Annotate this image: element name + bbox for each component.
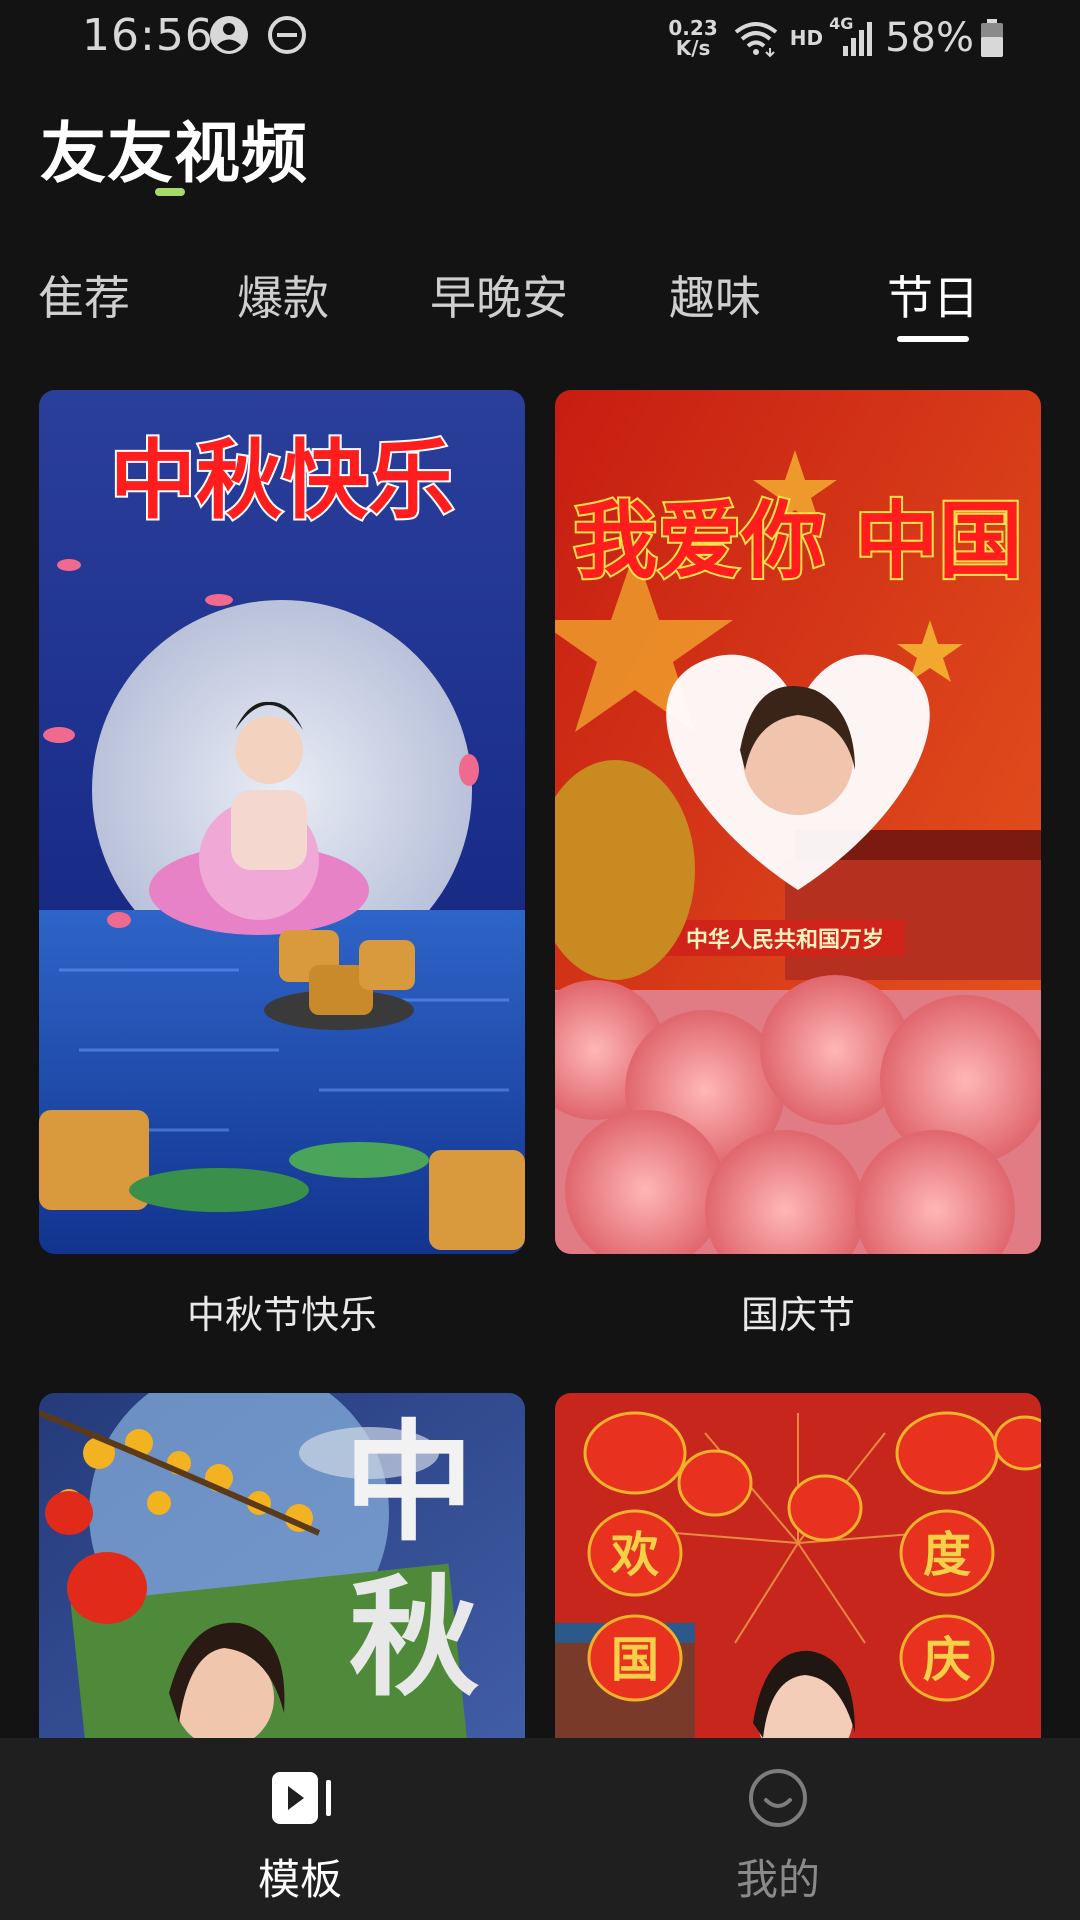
card-title: 中秋节快乐: [186, 1293, 377, 1337]
tab-hot[interactable]: 爆款: [237, 262, 329, 328]
template-card-mid-autumn-2[interactable]: 中 秋: [39, 1393, 525, 1738]
card-thumbnail: 中华人民共和国万岁 我爱你 中国: [555, 390, 1041, 1254]
do-not-disturb-icon: [268, 16, 306, 54]
card-thumbnail: 中秋快乐: [39, 390, 525, 1254]
tab-greetings[interactable]: 早晚安: [430, 262, 568, 328]
net-speed-unit: K/s: [675, 36, 711, 60]
nav-label-mine: 我的: [735, 1855, 820, 1904]
poster-char-2: 秋: [349, 1562, 479, 1714]
lantern-char-2: 国: [611, 1632, 659, 1688]
net-speed: 0.23 K/s: [668, 18, 717, 58]
poster-title-text: 中秋快乐: [110, 431, 454, 531]
poster-char-1: 中: [344, 1407, 474, 1559]
title-accent-bar: [155, 188, 185, 196]
hd-label: HD: [789, 26, 824, 50]
tab-recommend[interactable]: 隹荐: [38, 262, 130, 328]
nav-mine[interactable]: 我的: [508, 1738, 1048, 1920]
battery-percent: 58%: [885, 15, 974, 61]
card-title: 国庆节: [740, 1293, 855, 1337]
status-right: 0.23 K/s HD 4G 58%: [668, 14, 1004, 62]
net-speed-value: 0.23: [668, 16, 718, 40]
template-card-lanterns[interactable]: 欢 国 度 庆: [555, 1393, 1041, 1738]
nav-templates[interactable]: 模板: [30, 1738, 570, 1920]
tab-fun[interactable]: 趣味: [669, 262, 761, 328]
banner-text: 中华人民共和国万岁: [686, 927, 884, 953]
category-tabs: 隹荐 爆款 早晚安 趣味 节日: [0, 262, 1080, 342]
lantern-char-4: 庆: [923, 1632, 971, 1688]
status-time: 16:56: [82, 10, 214, 61]
app-title: 友友视频: [40, 115, 308, 192]
battery-icon: [981, 19, 1003, 57]
card-thumbnail: 中 秋: [39, 1393, 525, 1738]
nav-label-templates: 模板: [257, 1855, 342, 1904]
smiley-face-icon: [749, 1769, 807, 1827]
template-card-national-day[interactable]: 中华人民共和国万岁 我爱你 中国: [555, 390, 1041, 1254]
status-bar: 16:56 0.23 K/s HD 4G 58%: [0, 0, 1080, 74]
active-tab-indicator: [897, 336, 969, 342]
wifi-icon: [734, 22, 777, 58]
template-card-mid-autumn[interactable]: 中秋快乐: [39, 390, 525, 1254]
poster-title-text: 我爱你 中国: [573, 492, 1022, 590]
bottom-nav: 模板 我的: [0, 1738, 1080, 1920]
card-thumbnail: 欢 国 度 庆: [555, 1393, 1041, 1738]
lantern-char-3: 度: [923, 1527, 971, 1583]
lantern-char-1: 欢: [610, 1527, 659, 1583]
video-template-icon: [272, 1772, 331, 1824]
account-icon: [210, 16, 248, 54]
signal-icon: 4G: [829, 14, 875, 58]
tab-festival[interactable]: 节日: [887, 262, 979, 328]
